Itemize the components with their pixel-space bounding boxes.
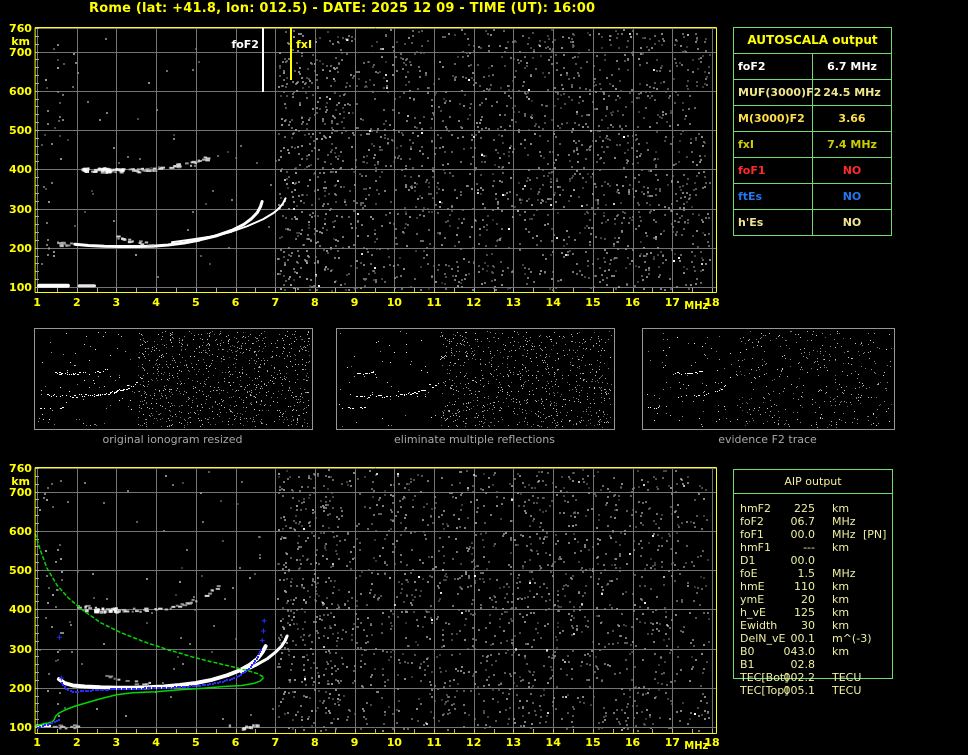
aip-row-value: 110	[794, 580, 815, 593]
thumbnail-eliminate-multiple-reflections	[336, 328, 615, 430]
aip-row-b1: B1 02.8	[733, 658, 895, 671]
autoscala-row-fof2: foF2 6.7 MHz	[734, 53, 891, 79]
aip-row-unit: MHz	[832, 528, 856, 541]
aip-row-unit: m^(-3)	[832, 632, 872, 645]
autoscala-table-header: AUTOSCALA output	[747, 33, 878, 47]
station-date-time-title: Rome (lat: +41.8, lon: 012.5) - DATE: 20…	[89, 1, 596, 16]
autoscala-output-table: AUTOSCALA output foF2 6.7 MHz MUF(3000)F2 2…	[733, 27, 892, 236]
aip-row-hve: h_vE 125 km	[733, 606, 895, 619]
aip-row-unit: km	[832, 645, 850, 658]
aip-row-b0: B0 043.0 km	[733, 645, 895, 658]
aip-row-note: [PN]	[863, 528, 887, 541]
aip-row-label: foE	[740, 567, 758, 580]
aip-row-tectop: TEC[Top] 005.1 TECU	[733, 684, 895, 697]
thumbnail-caption-evidence: evidence F2 trace	[718, 433, 817, 446]
aip-row-value: 02.8	[790, 658, 816, 671]
autoscala-row-hes: h'Es NO	[734, 209, 891, 235]
aip-row-yme: ymE 20 km	[733, 593, 895, 606]
autoscala-row-fof1: foF1 NO	[734, 157, 891, 183]
aip-row-unit: MHz	[832, 515, 856, 528]
aip-row-unit: km	[832, 606, 850, 619]
aip-row-foe: foE 1.5 MHz	[733, 567, 895, 580]
autoscala-row-value: NO	[842, 164, 862, 177]
autoscala-row-label: ftEs	[734, 184, 813, 209]
autoscala-row-label: M(3000)F2	[734, 106, 813, 131]
autoscala-application-screen: Rome (lat: +41.8, lon: 012.5) - DATE: 20…	[0, 0, 968, 755]
aip-row-value: 002.2	[783, 671, 816, 684]
autoscala-row-ftes: ftEs NO	[734, 183, 891, 209]
top-ionogram-plot	[0, 18, 725, 318]
aip-row-unit: TECU	[832, 671, 862, 684]
aip-row-label: foF2	[740, 515, 764, 528]
aip-row-value: 1.5	[797, 567, 816, 580]
autoscala-row-value: NO	[842, 190, 862, 203]
autoscala-row-label: h'Es	[734, 210, 813, 235]
aip-output-panel: AIP output hmF2 225 km foF2 06.7 MHz foF1 00.0 M…	[733, 469, 895, 709]
aip-row-value: 005.1	[783, 684, 816, 697]
aip-row-hme: hmE 110 km	[733, 580, 895, 593]
autoscala-row-label: foF1	[734, 158, 813, 183]
aip-row-value: ---	[803, 541, 815, 554]
thumbnail-caption-reflections: eliminate multiple reflections	[394, 433, 555, 446]
aip-row-label: hmF2	[740, 502, 772, 515]
aip-row-value: 20	[801, 593, 815, 606]
aip-row-unit: km	[832, 580, 850, 593]
aip-row-label: B1	[740, 658, 755, 671]
aip-row-label: D1	[740, 554, 756, 567]
aip-row-label: h_vE	[740, 606, 766, 619]
autoscala-row-fxi: fxI 7.4 MHz	[734, 131, 891, 157]
aip-row-ewidth: Ewidth 30 km	[733, 619, 895, 632]
aip-row-value: 225	[794, 502, 815, 515]
aip-row-hmf2: hmF2 225 km	[733, 502, 895, 515]
aip-row-value: 00.0	[790, 528, 816, 541]
aip-row-label: ymE	[740, 593, 765, 606]
thumbnail-evidence-f2-trace	[642, 328, 895, 430]
aip-row-unit: km	[832, 619, 850, 632]
aip-row-value: 30	[801, 619, 815, 632]
autoscala-row-muf3000f2: MUF(3000)F2 24.5 MHz	[734, 79, 891, 105]
autoscala-row-label: foF2	[734, 54, 813, 79]
autoscala-table-rows: foF2 6.7 MHz MUF(3000)F2 24.5 MHz M(3000)F2 3…	[734, 53, 891, 235]
bottom-ionogram-plot-with-profile	[0, 450, 725, 755]
aip-row-value: 125	[794, 606, 815, 619]
autoscala-row-value: NO	[842, 216, 862, 229]
aip-row-unit: TECU	[832, 684, 862, 697]
aip-row-fof2: foF2 06.7 MHz	[733, 515, 895, 528]
aip-row-unit: km	[832, 502, 850, 515]
autoscala-row-value: 6.7 MHz	[827, 60, 877, 73]
aip-row-value: 06.7	[790, 515, 816, 528]
aip-row-value: 00.1	[790, 632, 816, 645]
aip-row-unit: km	[832, 593, 850, 606]
aip-row-tecbot: TEC[Bot] 002.2 TECU	[733, 671, 895, 684]
aip-row-value: 00.0	[790, 554, 816, 567]
autoscala-row-label: fxI	[734, 132, 813, 157]
aip-row-label: B0	[740, 645, 755, 658]
autoscala-row-m3000f2: M(3000)F2 3.66	[734, 105, 891, 131]
aip-row-unit: MHz	[832, 567, 856, 580]
thumbnail-caption-original: original ionogram resized	[102, 433, 243, 446]
autoscala-row-value: 7.4 MHz	[827, 138, 877, 151]
aip-row-label: hmE	[740, 580, 765, 593]
aip-row-hmf1: hmF1 --- km	[733, 541, 895, 554]
aip-table-header: AIP output	[734, 470, 892, 494]
autoscala-row-value: 24.5 MHz	[823, 86, 881, 99]
aip-row-d1: D1 00.0	[733, 554, 895, 567]
aip-row-fof1: foF1 00.0 MHz [PN]	[733, 528, 895, 541]
aip-row-label: foF1	[740, 528, 764, 541]
aip-row-label: hmF1	[740, 541, 772, 554]
thumbnail-original-ionogram	[34, 328, 313, 430]
aip-row-unit: km	[832, 541, 850, 554]
autoscala-row-value: 3.66	[838, 112, 866, 125]
autoscala-row-label: MUF(3000)F2	[734, 80, 821, 105]
aip-row-value: 043.0	[783, 645, 816, 658]
aip-row-delnve: DelN_vE 00.1 m^(-3)	[733, 632, 895, 645]
